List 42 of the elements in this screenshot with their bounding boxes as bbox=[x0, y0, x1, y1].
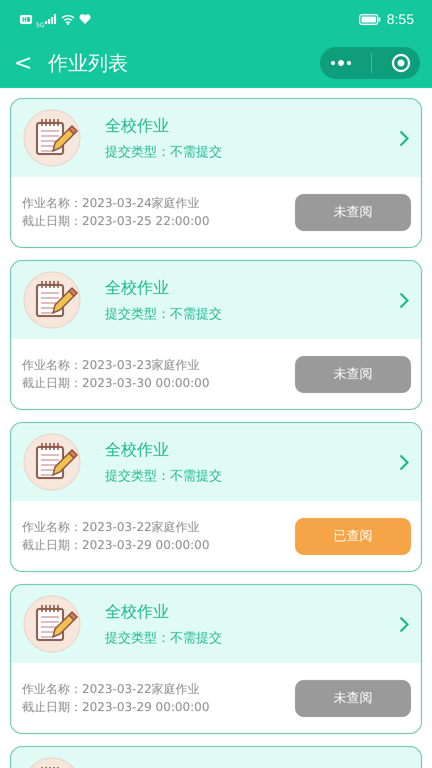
homework-title: 全校作业 bbox=[105, 602, 170, 622]
homework-name: 作业名称：2023-03-22家庭作业 bbox=[22, 518, 201, 536]
homework-card[interactable]: 全校作业 提交类型：不需提交 作业名称：2023-03-22家庭作业 截止日期：2023-03-29 00:00:00 未查阅 bbox=[10, 584, 422, 734]
submit-type: 提交类型：不需提交 bbox=[105, 468, 223, 484]
review-status-button[interactable]: 未查阅 bbox=[295, 356, 411, 392]
homework-name: 作业名称：2023-03-23家庭作业 bbox=[22, 356, 201, 374]
homework-name: 作业名称：2023-03-22家庭作业 bbox=[22, 680, 201, 698]
deadline: 截止日期：2023-03-25 22:00:00 bbox=[22, 212, 210, 230]
hd-icon bbox=[20, 14, 32, 24]
submit-type: 提交类型：不需提交 bbox=[105, 630, 223, 646]
homework-title: 全校作业 bbox=[105, 116, 170, 136]
chevron-right-icon[interactable] bbox=[399, 130, 409, 146]
notebook-pencil-icon bbox=[23, 109, 81, 167]
chevron-right-icon[interactable] bbox=[399, 616, 409, 632]
homework-card[interactable]: 全校作业 提交类型：不需提交 作业名称：2023-03-24家庭作业 截止日期：2023-03-25 22:00:00 未查阅 bbox=[10, 98, 422, 248]
back-button[interactable]: < bbox=[14, 50, 40, 76]
page-title: 作业列表 bbox=[48, 50, 129, 76]
review-status-button[interactable]: 未查阅 bbox=[295, 680, 411, 716]
clock-time: 8:55 bbox=[386, 11, 414, 27]
homework-title: 全校作业 bbox=[105, 278, 170, 298]
chevron-right-icon[interactable] bbox=[399, 454, 409, 470]
notebook-pencil-icon bbox=[23, 271, 81, 329]
homework-card[interactable]: 全校作业 提交类型：不需提交 作业名称：2023-03-22家庭作业 截止日期：2023-03-29 00:00:00 已查阅 bbox=[10, 422, 422, 572]
battery-icon bbox=[358, 14, 381, 24]
deadline: 截止日期：2023-03-29 00:00:00 bbox=[22, 698, 210, 716]
notebook-pencil-icon bbox=[23, 595, 81, 653]
wifi-icon bbox=[61, 14, 76, 24]
homework-name: 作业名称：2023-03-24家庭作业 bbox=[22, 194, 201, 212]
chevron-right-icon[interactable] bbox=[399, 292, 409, 308]
homework-card[interactable]: 全校作业 提交类型：不需提交 作业名称：2023-03-23家庭作业 截止日期：2023-03-30 00:00:00 未查阅 bbox=[10, 260, 422, 410]
homework-title: 全校作业 bbox=[105, 440, 170, 460]
heart-icon bbox=[79, 14, 92, 24]
review-status-button[interactable]: 未查阅 bbox=[295, 194, 411, 230]
submit-type: 提交类型：不需提交 bbox=[105, 144, 223, 160]
submit-type: 提交类型：不需提交 bbox=[105, 306, 223, 322]
deadline: 截止日期：2023-03-29 00:00:00 bbox=[22, 536, 210, 554]
review-status-button[interactable]: 已查阅 bbox=[295, 518, 411, 554]
signal-icon bbox=[45, 14, 58, 24]
notebook-pencil-icon bbox=[23, 433, 81, 491]
more-icon[interactable] bbox=[330, 60, 352, 66]
deadline: 截止日期：2023-03-30 00:00:00 bbox=[22, 374, 210, 392]
close-target-icon[interactable] bbox=[390, 53, 410, 73]
